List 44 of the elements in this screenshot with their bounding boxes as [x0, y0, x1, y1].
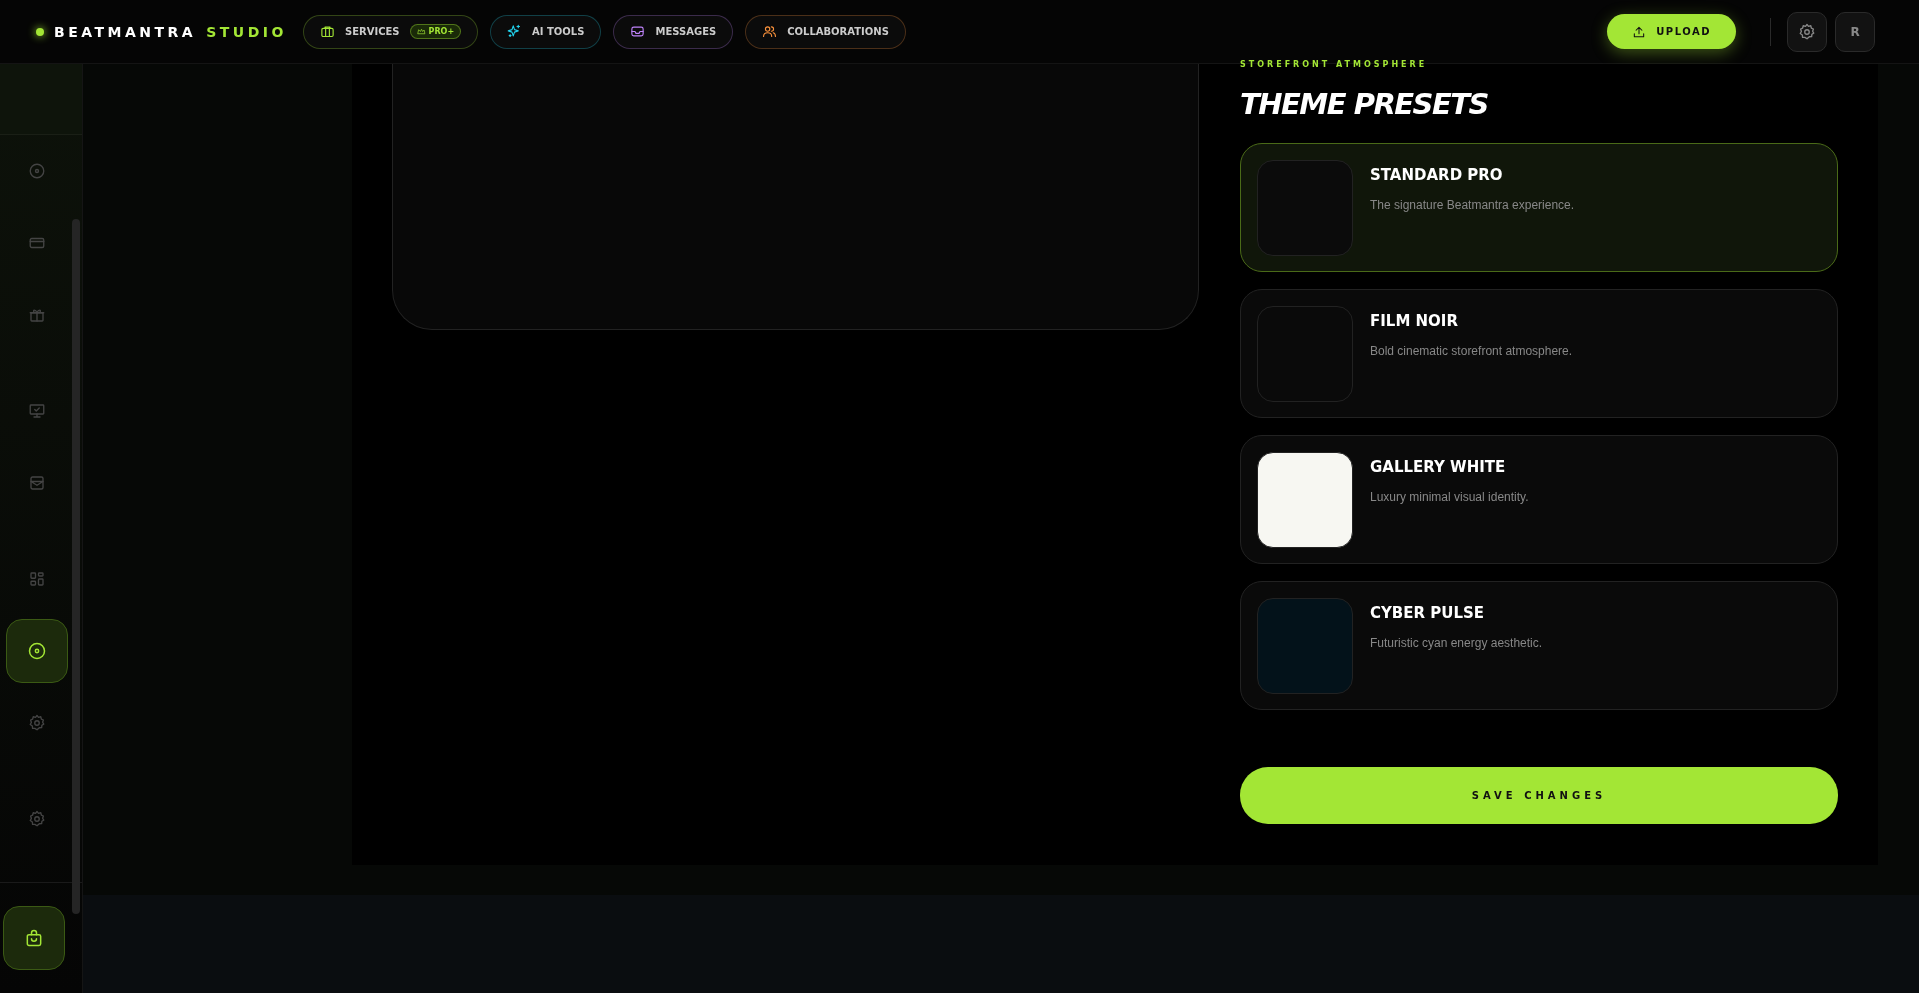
- nav-pill[interactable]: COLLABORATIONS: [745, 14, 906, 49]
- preset-name: CYBER PULSE: [1370, 604, 1486, 622]
- nav-pill[interactable]: AI TOOLS: [490, 14, 602, 49]
- section-title: THEME PRESETS: [1240, 87, 1489, 121]
- settings-button[interactable]: [1787, 11, 1827, 52]
- gift-icon: [27, 306, 46, 324]
- grid-icon: [27, 570, 46, 588]
- monitor-icon: [27, 402, 46, 420]
- users-icon: [762, 24, 778, 39]
- archive-icon: [27, 474, 46, 492]
- preset-description: Futuristic cyan energy aesthetic.: [1370, 636, 1543, 650]
- preset-description: Bold cinematic storefront atmosphere.: [1370, 344, 1573, 358]
- pro-badge: PRO+: [409, 24, 462, 39]
- scrollbar[interactable]: [72, 219, 80, 914]
- settings-icon: [1798, 22, 1816, 41]
- status-dot: [36, 27, 44, 36]
- upload-icon: [1632, 24, 1647, 39]
- preset-name: GALLERY WHITE: [1370, 458, 1507, 476]
- preset-description: Luxury minimal visual identity.: [1370, 490, 1529, 504]
- sparkle-icon: [507, 24, 523, 39]
- theme-preset-card[interactable]: STANDARD PRO The signature Beatmantra experience.: [1240, 143, 1838, 272]
- disc-icon: [27, 162, 46, 180]
- preset-description: The signature Beatmantra experience.: [1370, 198, 1575, 212]
- sidebar-item[interactable]: [3, 906, 65, 970]
- nav-pill[interactable]: MESSAGES: [613, 14, 734, 49]
- inbox-icon: [630, 24, 646, 39]
- briefcase-icon: [320, 24, 335, 39]
- preset-name: STANDARD PRO: [1370, 166, 1504, 184]
- shopping-bag-icon: [24, 928, 44, 948]
- nav-pill[interactable]: SERVICES PRO+: [303, 14, 479, 49]
- upload-button[interactable]: UPLOAD: [1607, 14, 1736, 49]
- avatar-button[interactable]: R: [1835, 11, 1875, 52]
- theme-preset-card[interactable]: CYBER PULSE Futuristic cyan energy aesthetic.: [1240, 581, 1838, 710]
- section-eyebrow: STOREFRONT ATMOSPHERE: [1240, 60, 1429, 69]
- sidebar-item[interactable]: [5, 619, 68, 683]
- brand-accent: STUDIO: [206, 23, 287, 40]
- settings-icon: [27, 810, 46, 828]
- preset-name: FILM NOIR: [1370, 312, 1459, 330]
- settings-icon: [27, 714, 46, 732]
- theme-preset-card[interactable]: FILM NOIR Bold cinematic storefront atmosphere.: [1240, 289, 1838, 418]
- brand-name: BEATMANTRA: [54, 23, 197, 40]
- disc-icon: [26, 641, 47, 661]
- theme-preset-card[interactable]: GALLERY WHITE Luxury minimal visual identity.: [1240, 435, 1838, 564]
- save-button[interactable]: SAVE CHANGES: [1240, 767, 1838, 824]
